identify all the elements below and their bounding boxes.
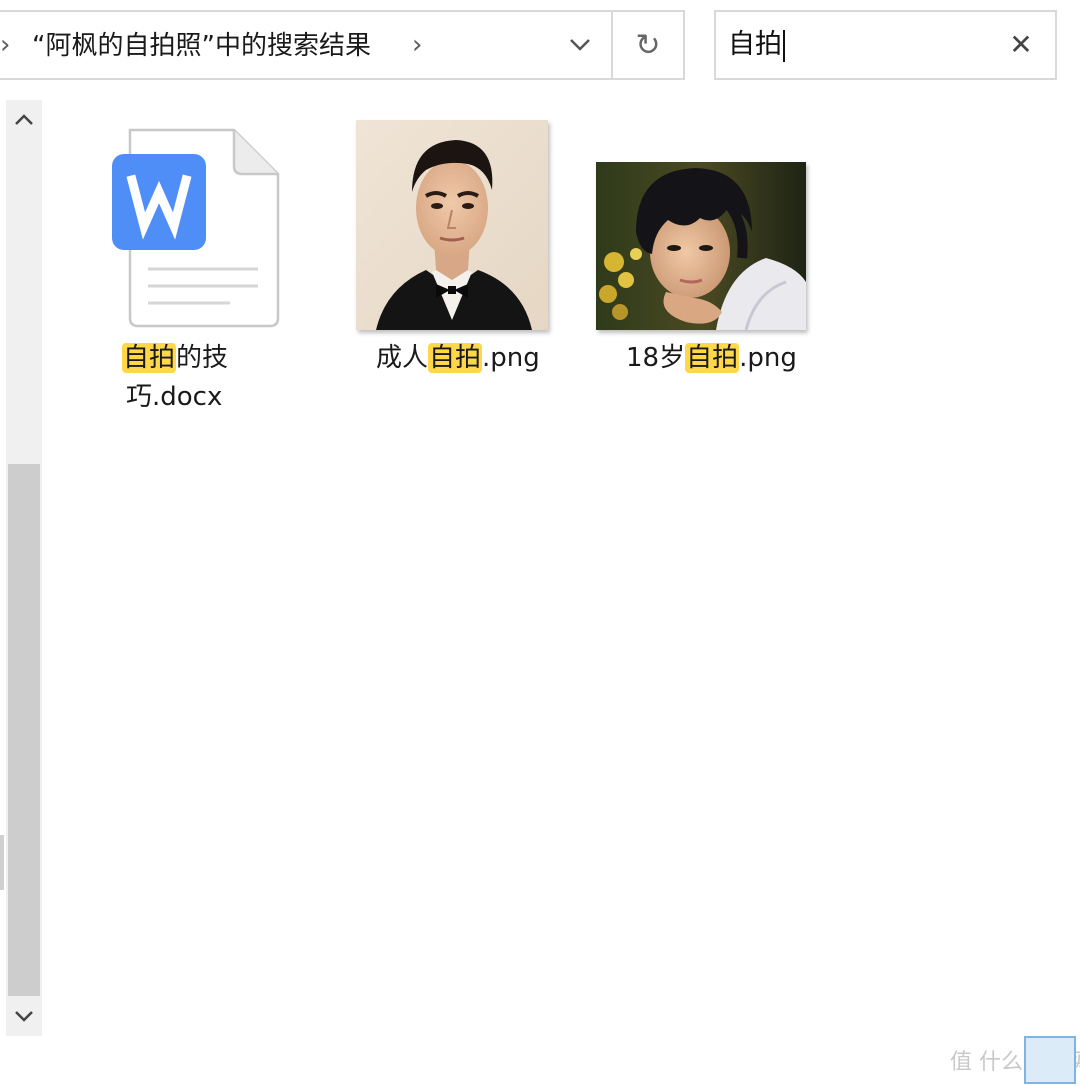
breadcrumb-search-results[interactable]: “阿枫的自拍照”中的搜索结果 <box>32 30 371 62</box>
clear-search-button[interactable]: ✕ <box>1005 28 1037 62</box>
file-name-text: .png <box>482 343 540 373</box>
scroll-down-button[interactable] <box>6 996 42 1036</box>
search-input[interactable]: 自拍 <box>728 28 785 62</box>
chevron-up-icon <box>15 114 33 125</box>
address-history-dropdown[interactable] <box>548 12 612 78</box>
file-name[interactable]: 18岁自拍.png <box>626 334 797 382</box>
pane-resize-handle[interactable] <box>0 835 4 890</box>
search-highlight: 自拍 <box>685 343 740 373</box>
breadcrumb-chevron-icon[interactable]: › <box>412 30 422 60</box>
view-toggle-button[interactable] <box>1024 1036 1076 1084</box>
search-value: 自拍 <box>728 29 782 60</box>
scroll-up-button[interactable] <box>6 100 42 140</box>
file-name-text: .png <box>739 343 797 373</box>
chevron-down-icon <box>570 39 590 51</box>
search-highlight: 自拍 <box>122 343 177 373</box>
refresh-button[interactable]: ↻ <box>613 12 683 78</box>
image-thumbnail <box>596 162 806 330</box>
search-box[interactable]: 自拍 ✕ <box>714 10 1057 80</box>
chevron-down-icon <box>15 1011 33 1022</box>
refresh-icon: ↻ <box>635 27 661 63</box>
file-name[interactable]: 成人自拍.png <box>376 334 540 382</box>
file-name-text: 18岁 <box>626 343 686 373</box>
file-name-line2[interactable]: 巧.docx <box>126 373 222 421</box>
search-highlight: 自拍 <box>428 343 483 373</box>
vertical-scrollbar[interactable] <box>6 100 42 1036</box>
file-name-text: 的技 <box>176 343 229 373</box>
scroll-thumb[interactable] <box>8 464 40 996</box>
file-name-text: 成人 <box>376 343 429 373</box>
word-doc-icon <box>112 128 280 328</box>
address-bar[interactable]: › “阿枫的自拍照”中的搜索结果 › ↻ <box>0 10 685 80</box>
breadcrumb-chevron-icon[interactable]: › <box>0 30 10 60</box>
image-thumbnail <box>356 120 548 330</box>
text-caret <box>783 29 785 62</box>
